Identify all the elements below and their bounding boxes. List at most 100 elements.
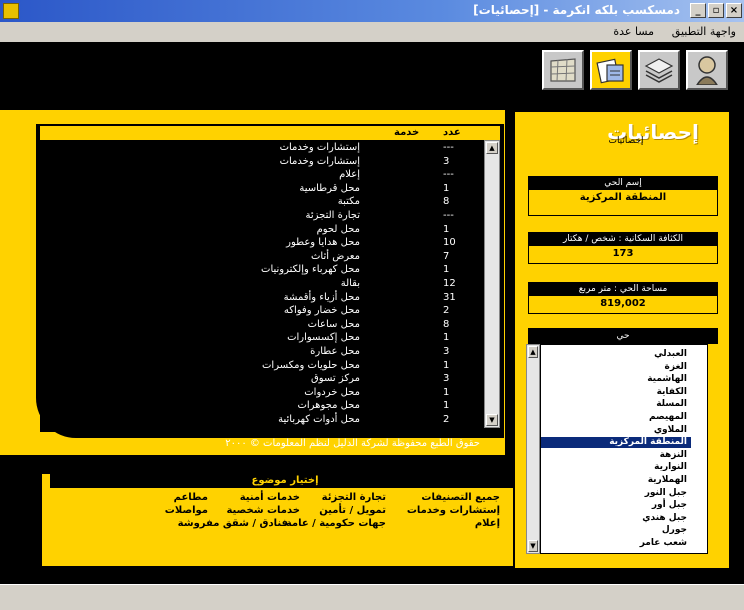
list-item[interactable]: 2 محل أدوات كهربائية [40, 414, 484, 427]
list-item-name: محل مجوهرات [297, 400, 360, 412]
list-item[interactable]: 1 محل مجوهرات [40, 400, 484, 413]
maximize-button[interactable]: ▫ [708, 3, 724, 18]
topic-security-services[interactable]: خدمات أمنية [240, 492, 300, 503]
list-item[interactable]: 3 محل عطارة [40, 346, 484, 359]
neighborhood-item[interactable]: جبل النور [541, 488, 691, 499]
layers-icon [644, 58, 674, 83]
list-item-count: --- [443, 169, 454, 181]
neighborhood-item[interactable]: المهيصم [541, 412, 691, 423]
list-item[interactable]: 3 مركز تسوق [40, 373, 484, 386]
services-list[interactable]: --- إستشارات وخدمات 3 إستشارات وخدمات --- إعل… [40, 140, 484, 432]
neighborhood-item[interactable]: المنطقة المركزية [541, 437, 691, 449]
list-item-count: 1 [443, 332, 450, 344]
neighborhood-item[interactable]: المسلة [541, 399, 691, 410]
neighborhood-item[interactable]: النزهة [541, 450, 691, 461]
list-item-name: محل لحوم [316, 223, 360, 235]
neighborhood-item[interactable]: جورل [541, 525, 691, 536]
scroll-down-icon[interactable]: ▼ [486, 414, 498, 426]
neighborhood-item[interactable]: الملاوي [541, 425, 691, 436]
list-item-count: 1 [443, 182, 450, 194]
layers-tool-button[interactable] [638, 50, 680, 90]
neighborhood-list-header: حي [528, 328, 718, 344]
list-item-count: 1 [443, 400, 450, 412]
neighborhood-item[interactable]: جبل هندي [541, 513, 691, 524]
menu-help[interactable]: مسا عدة [613, 25, 654, 38]
list-item-count: 3 [443, 346, 450, 357]
list-item[interactable]: 10 محل هدايا وعطور [40, 237, 484, 250]
list-item[interactable]: --- إستشارات وخدمات [40, 142, 484, 155]
list-item[interactable]: 1 محل خردوات [40, 387, 484, 400]
list-item[interactable]: 8 محل ساعات [40, 319, 484, 332]
list-item[interactable]: --- تجارة التجزئة [40, 210, 484, 223]
neighborhood-scrollbar[interactable]: ▲ ▼ [526, 344, 540, 554]
list-item-name: محل خضار وفواكه [283, 305, 360, 317]
status-bar [0, 584, 744, 610]
list-item[interactable]: 1 محل حلويات ومكسرات [40, 360, 484, 373]
menu-app-interface[interactable]: واجهة التطبيق [672, 25, 736, 38]
list-item-name: محل قرطاسية [299, 182, 360, 194]
list-item[interactable]: --- إعلام [40, 169, 484, 182]
list-item-name: محل خردوات [304, 386, 360, 398]
density-label: الكثافة السكانية : شخص / هكتار [529, 233, 717, 246]
list-item-count: 3 [443, 155, 450, 167]
scroll-down-icon[interactable]: ▼ [528, 540, 538, 552]
app-icon[interactable] [3, 3, 19, 19]
neighborhood-item[interactable]: العبدلي [541, 349, 691, 360]
topic-all-categories[interactable]: جميع التصنيفات [421, 492, 500, 503]
topic-media[interactable]: إعلام [475, 518, 500, 529]
list-item[interactable]: 7 معرض أثاث [40, 251, 484, 264]
neighborhood-item[interactable]: الهملارية [541, 475, 691, 486]
map-tool-button[interactable] [542, 50, 584, 90]
neighborhood-item[interactable]: النوارية [541, 462, 691, 473]
toolbar [0, 42, 744, 98]
list-item[interactable]: 8 مكتبة [40, 196, 484, 209]
close-button[interactable]: × [726, 3, 742, 18]
list-item-count: 12 [443, 278, 456, 289]
list-item-count: 8 [443, 196, 450, 208]
person-icon [696, 56, 718, 85]
neighborhood-item[interactable]: الكفاية [541, 387, 691, 398]
topic-consulting-services[interactable]: إستشارات وخدمات [407, 505, 500, 516]
statistics-tool-button[interactable] [590, 50, 632, 90]
list-item-count: 2 [443, 305, 450, 317]
density-value: 173 [612, 248, 634, 259]
topic-hotels[interactable]: فنادق / شقق مفروشة [178, 518, 288, 529]
topic-personal-services[interactable]: خدمات شخصية [226, 505, 300, 516]
topic-finance-insurance[interactable]: تمويل / تأمين [319, 505, 386, 516]
service-column-header: خدمة [394, 127, 420, 138]
topic-transportation[interactable]: مواصلات [165, 505, 208, 516]
neighborhood-item[interactable]: الهاشمية [541, 374, 691, 385]
topic-restaurants[interactable]: مطاعم [174, 492, 208, 503]
list-item[interactable]: 1 محل قرطاسية [40, 183, 484, 196]
topic-government[interactable]: جهات حكومية / عامة [286, 518, 386, 529]
list-item-count: 2 [443, 414, 450, 425]
list-item[interactable]: 1 محل كهرباء وإلكترونيات [40, 264, 484, 277]
scroll-up-icon[interactable]: ▲ [486, 142, 498, 154]
minimize-button[interactable]: _ [690, 3, 706, 18]
list-item-name: إستشارات وخدمات [279, 155, 360, 167]
services-scrollbar[interactable]: ▲ ▼ [484, 140, 500, 428]
neighborhood-item[interactable]: الغزة [541, 362, 691, 373]
neighborhood-name-label: إسم الحي [529, 177, 717, 190]
window-title: دمسكسب بلكه انكرمة - [إحصائيات] [473, 3, 680, 17]
neighborhood-list[interactable]: العبدلي الغزة الهاشمية الكفاية المسلة المهيصم… [540, 344, 708, 554]
title-bar: دمسكسب بلكه انكرمة - [إحصائيات] × ▫ _ [0, 0, 744, 22]
list-item-name: محل أزياء وأقمشة [283, 291, 360, 303]
person-tool-button[interactable] [686, 50, 728, 90]
scroll-up-icon[interactable]: ▲ [528, 346, 538, 358]
list-item-count: 1 [443, 264, 450, 276]
neighborhood-item[interactable]: جبل أور [541, 500, 691, 511]
list-item[interactable]: 31 محل أزياء وأقمشة [40, 292, 484, 305]
list-item-count: 10 [443, 237, 456, 249]
list-item-name: مركز تسوق [311, 373, 360, 385]
topic-selection-header: إختيار موضوع [50, 474, 520, 488]
list-item[interactable]: 1 محل إكسسوارات [40, 332, 484, 345]
list-item[interactable]: 3 إستشارات وخدمات [40, 156, 484, 169]
list-item[interactable]: 12 بقالة [40, 278, 484, 291]
list-item-name: محل حلويات ومكسرات [262, 359, 360, 371]
topic-retail[interactable]: تجارة التجزئة [322, 492, 386, 503]
neighborhood-item[interactable]: شعب عامر [541, 538, 691, 549]
list-item[interactable]: 2 محل خضار وفواكه [40, 305, 484, 318]
list-item[interactable]: 1 محل لحوم [40, 224, 484, 237]
neighborhood-name-value: المنطقة المركزية [579, 192, 667, 203]
